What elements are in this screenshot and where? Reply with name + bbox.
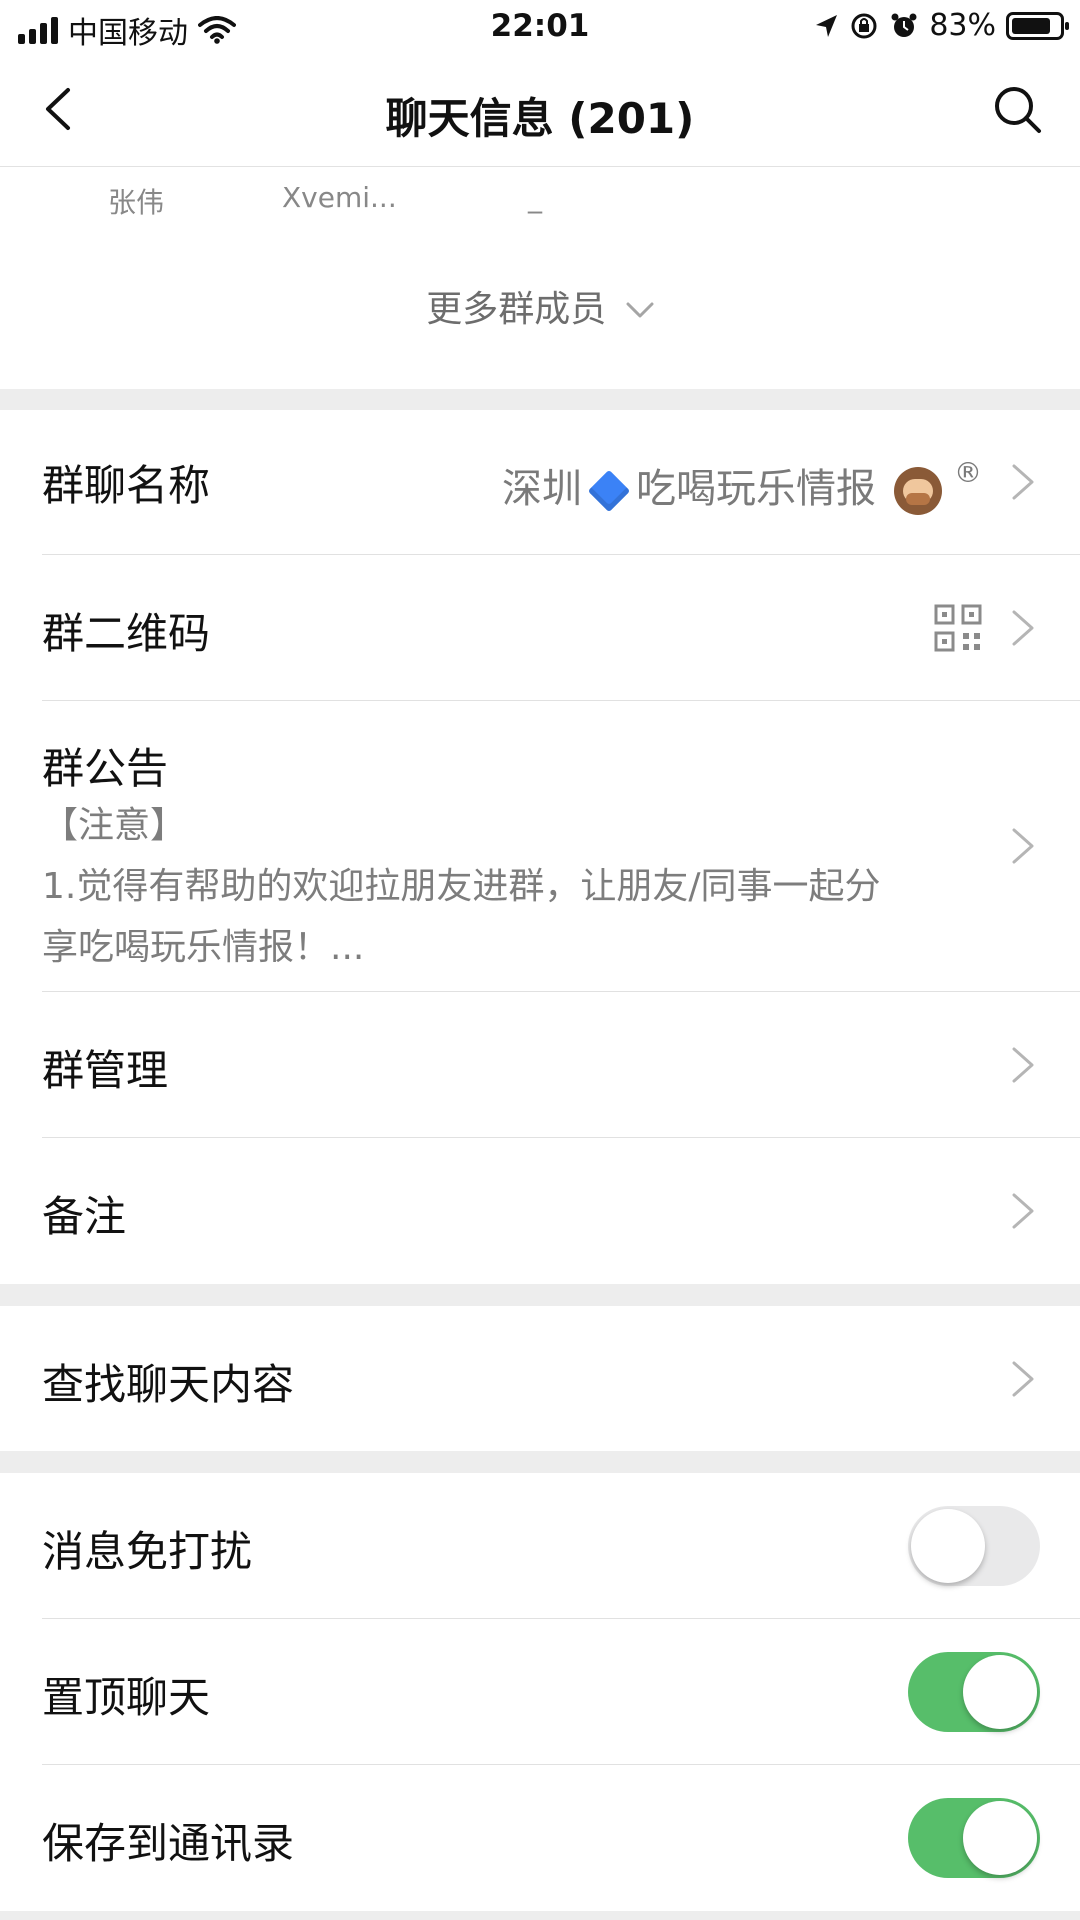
remark-label: 备注 [42,1192,127,1241]
pin-chat-label: 置顶聊天 [42,1673,211,1722]
group-notice-content: 【注意】 1.觉得有帮助的欢迎拉朋友进群，让朋友/同事一起分 享吃喝玩乐情报！.… [42,795,982,978]
group-name-value-part2: 吃喝玩乐情报 [636,466,876,512]
battery-percentage: 83% [929,8,996,43]
chat-info-screen: 中国移动 22:01 83% 聊天信息 (201) 张伟 Xvemi... _ … [0,0,1080,1920]
toggle-knob [911,1509,985,1583]
status-right: 83% [813,8,1069,43]
group-name-label: 群聊名称 [42,461,211,510]
navigation-bar: 聊天信息 (201) [0,54,1080,167]
mute-row: 消息免打扰 [0,1473,1080,1619]
search-chat-label: 查找聊天内容 [42,1360,295,1409]
mute-toggle[interactable] [908,1506,1040,1586]
save-to-contacts-row: 保存到通讯录 [0,1765,1080,1911]
chevron-right-icon [1012,610,1034,646]
chevron-right-icon [1012,1193,1034,1229]
group-name-value-part1: 深圳 [502,466,582,512]
monkey-emoji-icon [894,467,942,515]
search-icon[interactable] [990,82,1046,138]
search-chat-section: 查找聊天内容 [0,1306,1080,1451]
chevron-down-icon [626,302,654,318]
pin-chat-row: 置顶聊天 [0,1619,1080,1765]
chat-options-section: 消息免打扰 置顶聊天 保存到通讯录 [0,1473,1080,1911]
battery-icon [1006,11,1069,40]
notice-line: 享吃喝玩乐情报！... [42,927,365,968]
group-notice-row[interactable]: 群公告 【注意】 1.觉得有帮助的欢迎拉朋友进群，让朋友/同事一起分 享吃喝玩乐… [0,701,1080,992]
alarm-icon [891,13,917,37]
member-name[interactable]: _ [528,181,542,214]
toggle-knob [963,1801,1037,1875]
save-to-contacts-label: 保存到通讯录 [42,1819,295,1868]
member-name[interactable]: 张伟 [108,181,164,221]
chevron-right-icon [1012,1361,1034,1397]
member-preview: 张伟 Xvemi... _ 更多群成员 [0,167,1080,389]
toggle-knob [963,1655,1037,1729]
group-notice-label: 群公告 [42,744,169,793]
group-management-row[interactable]: 群管理 [0,992,1080,1138]
chevron-right-icon [1012,464,1034,500]
more-members-label: 更多群成员 [426,289,607,330]
group-name-value: 深圳 吃喝玩乐情报 ® [502,456,982,515]
group-settings-section: 群聊名称 深圳 吃喝玩乐情报 ® 群二维码 群公告 【注意】 1.觉得有帮助的欢… [0,410,1080,1284]
qr-code-row[interactable]: 群二维码 [0,555,1080,701]
qr-code-icon [934,604,982,652]
notice-line: 【注意】 [42,805,187,846]
save-to-contacts-toggle[interactable] [908,1798,1040,1878]
rotation-lock-icon [851,13,877,38]
chevron-right-icon [1012,828,1034,864]
member-name[interactable]: Xvemi... [282,181,397,214]
page-title: 聊天信息 (201) [385,94,695,143]
group-name-row[interactable]: 群聊名称 深圳 吃喝玩乐情报 ® [0,410,1080,555]
more-members-button[interactable]: 更多群成员 [0,280,1080,332]
location-icon [816,14,838,37]
mute-label: 消息免打扰 [42,1527,253,1576]
registered-mark: ® [954,456,982,489]
battery-fill [1012,17,1051,34]
remark-row[interactable]: 备注 [0,1138,1080,1284]
qr-code-label: 群二维码 [42,609,211,658]
search-chat-row[interactable]: 查找聊天内容 [0,1306,1080,1451]
group-management-label: 群管理 [42,1046,169,1095]
notice-line: 1.觉得有帮助的欢迎拉朋友进群，让朋友/同事一起分 [42,866,881,907]
chevron-right-icon [1012,1047,1034,1083]
status-bar: 中国移动 22:01 83% [0,0,1080,54]
pin-chat-toggle[interactable] [908,1652,1040,1732]
blue-diamond-icon [587,469,631,513]
